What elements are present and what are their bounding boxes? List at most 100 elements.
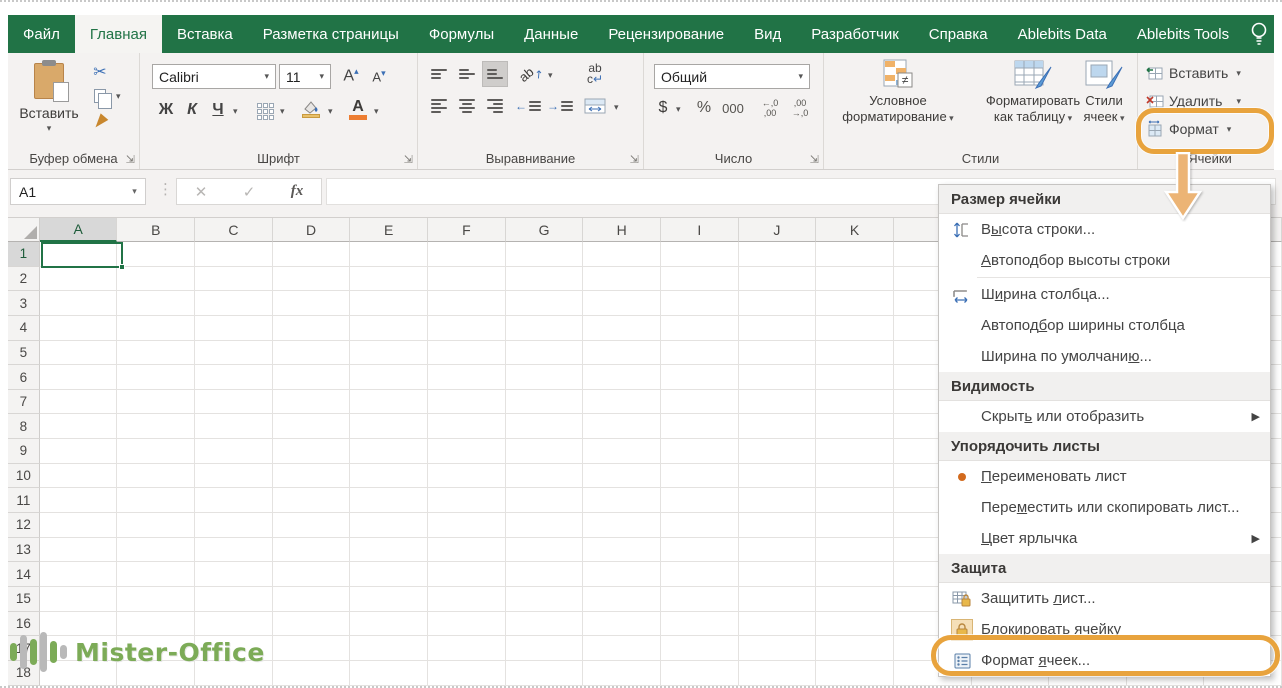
cell[interactable] [583, 291, 661, 316]
decrease-decimal-button[interactable]: ,00 →,0 [786, 95, 814, 121]
cell[interactable] [195, 513, 273, 538]
tab-7[interactable]: Вид [739, 15, 796, 53]
cell[interactable] [39, 291, 118, 316]
cell[interactable] [583, 389, 661, 415]
column-header-H[interactable]: H [583, 218, 661, 242]
cell[interactable] [272, 586, 351, 612]
cell[interactable] [505, 242, 584, 267]
tell-me-lightbulb-icon[interactable] [1244, 15, 1274, 53]
cell[interactable] [117, 389, 196, 415]
name-box-dropdown-arrow[interactable]: ▾ [123, 186, 145, 197]
menu-item-0-1[interactable]: Автоподбор высоты строки [939, 245, 1270, 276]
cell[interactable] [583, 340, 661, 366]
comma-style-button[interactable]: 000 [718, 95, 748, 121]
cell[interactable] [272, 242, 351, 267]
cell[interactable] [816, 513, 894, 538]
cell[interactable] [428, 488, 506, 514]
tab-8[interactable]: Разработчик [796, 15, 913, 53]
cell[interactable] [816, 242, 894, 267]
cell[interactable] [660, 660, 739, 686]
cell[interactable] [428, 389, 506, 415]
tab-0[interactable]: Файл [8, 15, 75, 53]
increase-decimal-button[interactable]: ←,0 ,00 [756, 95, 784, 121]
cell[interactable] [583, 562, 661, 587]
font-color-dropdown-arrow[interactable]: ▾ [374, 106, 379, 117]
cell[interactable] [350, 488, 429, 514]
cell[interactable] [428, 365, 506, 390]
insert-function-icon[interactable]: fx [291, 183, 304, 200]
cell[interactable] [272, 636, 351, 661]
cell[interactable] [738, 365, 817, 390]
cell[interactable] [738, 242, 817, 267]
cell[interactable] [272, 513, 351, 538]
cell[interactable] [117, 315, 196, 341]
cell[interactable] [195, 488, 273, 514]
cell[interactable] [738, 340, 817, 366]
cell[interactable] [272, 266, 351, 292]
cell[interactable] [117, 340, 196, 366]
cell[interactable] [39, 266, 118, 292]
column-header-D[interactable]: D [272, 218, 351, 242]
row-header-1[interactable]: 1 [8, 242, 40, 267]
cell[interactable] [272, 291, 351, 316]
cell[interactable] [350, 660, 429, 686]
cell[interactable] [195, 439, 273, 464]
italic-button[interactable]: К [180, 97, 204, 123]
cell[interactable] [505, 315, 584, 341]
tab-5[interactable]: Данные [509, 15, 593, 53]
cell[interactable] [738, 291, 817, 316]
cell[interactable] [195, 562, 273, 587]
cell[interactable] [660, 291, 739, 316]
cell[interactable] [39, 389, 118, 415]
alignment-dialog-launcher-icon[interactable]: ⇲ [630, 153, 639, 166]
cell[interactable] [660, 611, 739, 637]
cell[interactable] [428, 537, 506, 563]
cell[interactable] [117, 488, 196, 514]
row-header-8[interactable]: 8 [8, 414, 40, 440]
cell[interactable] [117, 365, 196, 390]
cell[interactable] [738, 660, 817, 686]
cell[interactable] [583, 414, 661, 440]
cell[interactable] [505, 266, 584, 292]
cell[interactable] [195, 365, 273, 390]
decrease-indent-button[interactable]: ← [514, 93, 542, 119]
cell[interactable] [505, 365, 584, 390]
row-header-4[interactable]: 4 [8, 315, 40, 341]
cell[interactable] [738, 389, 817, 415]
cell[interactable] [195, 537, 273, 563]
cell[interactable] [660, 537, 739, 563]
column-header-J[interactable]: J [738, 218, 817, 242]
row-header-9[interactable]: 9 [8, 439, 40, 464]
cell[interactable] [39, 340, 118, 366]
cell[interactable] [816, 660, 894, 686]
menu-item-0-2[interactable]: Ширина столбца... [939, 279, 1270, 310]
cell[interactable] [738, 586, 817, 612]
cell[interactable] [272, 414, 351, 440]
cell[interactable] [350, 291, 429, 316]
cell[interactable] [660, 463, 739, 489]
cell[interactable] [738, 562, 817, 587]
cell[interactable] [660, 266, 739, 292]
cell[interactable] [350, 611, 429, 637]
align-middle-button[interactable] [454, 61, 480, 87]
cell[interactable] [583, 537, 661, 563]
cell[interactable] [272, 389, 351, 415]
tab-4[interactable]: Формулы [414, 15, 509, 53]
fill-color-button[interactable] [298, 95, 324, 123]
cell[interactable] [505, 636, 584, 661]
cell[interactable] [738, 611, 817, 637]
cell-styles-button[interactable]: Стили ячеек ▾ [1076, 59, 1132, 126]
cell[interactable] [660, 562, 739, 587]
row-header-5[interactable]: 5 [8, 340, 40, 366]
align-bottom-button[interactable] [482, 61, 508, 87]
cell[interactable] [272, 562, 351, 587]
row-header-12[interactable]: 12 [8, 513, 40, 538]
orientation-button[interactable]: ab ↗ [516, 61, 546, 87]
cell[interactable] [428, 315, 506, 341]
cell[interactable] [428, 242, 506, 267]
cell[interactable] [660, 389, 739, 415]
cell[interactable] [195, 340, 273, 366]
cell[interactable] [39, 439, 118, 464]
cell[interactable] [738, 636, 817, 661]
cell[interactable] [660, 439, 739, 464]
